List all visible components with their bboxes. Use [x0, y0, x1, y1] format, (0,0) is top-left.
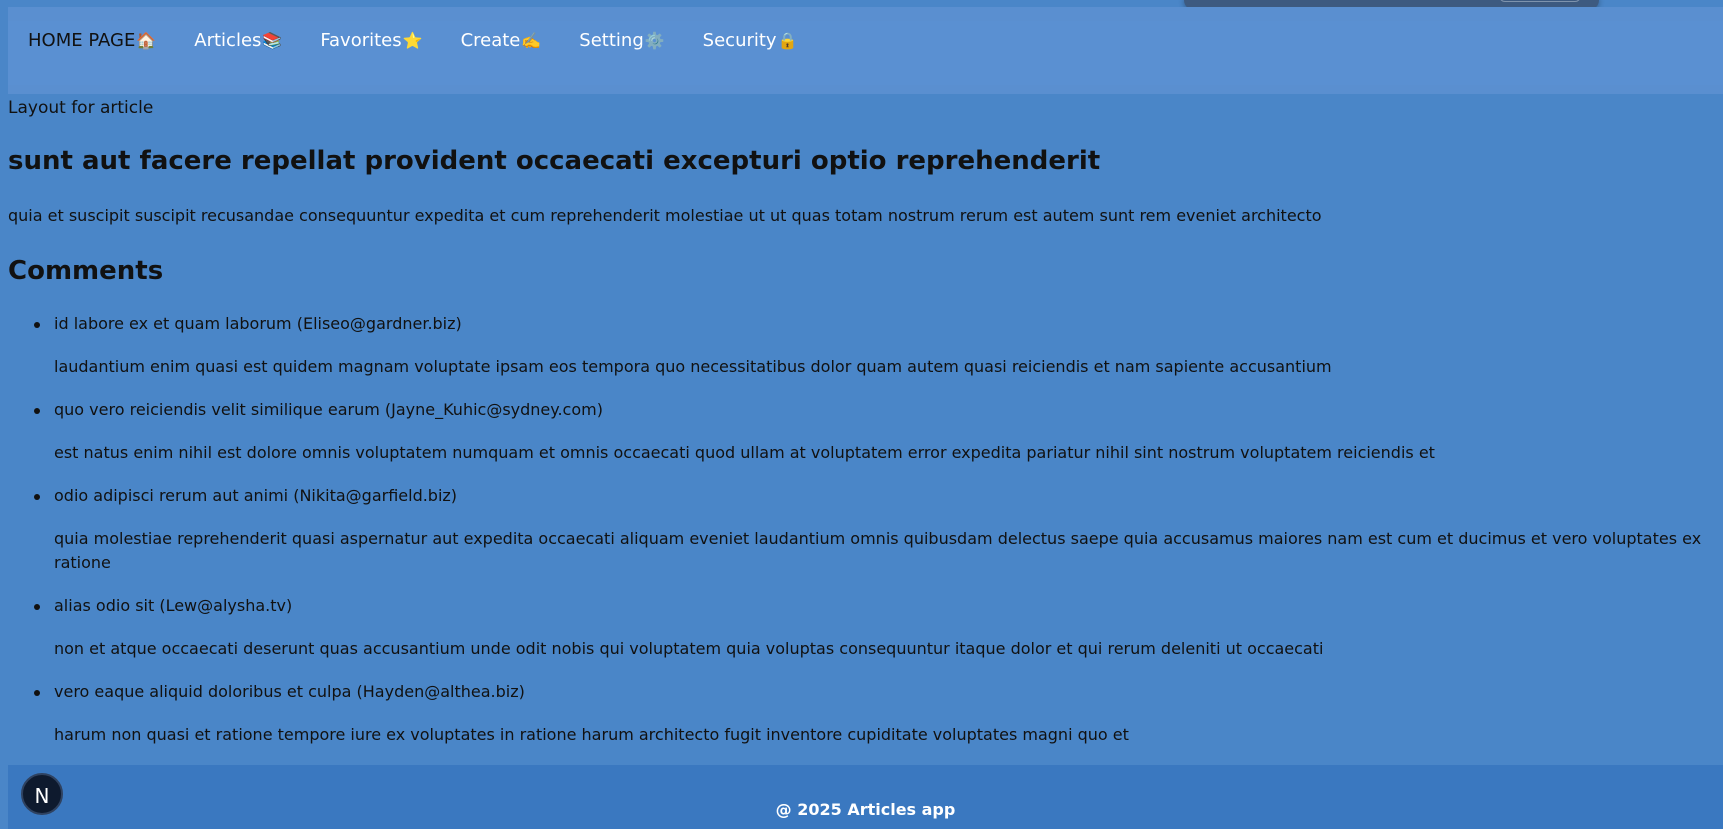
gear-icon: ⚙️ — [644, 31, 665, 50]
comment-header: alias odio sit (Lew@alysha.tv) — [54, 596, 293, 615]
comment-item: id labore ex et quam laborum (Eliseo@gar… — [8, 312, 1723, 379]
comment-header: vero eaque aliquid doloribus et culpa (H… — [54, 682, 525, 701]
comment-body: quia molestiae reprehenderit quasi asper… — [54, 529, 1702, 572]
article-body: quia et suscipit suscipit recusandae con… — [8, 206, 1322, 225]
comment-body: harum non quasi et ratione tempore iure … — [54, 725, 1129, 744]
comment-header: odio adipisci rerum aut animi (Nikita@ga… — [54, 486, 458, 505]
comment-item: alias odio sit (Lew@alysha.tv) non et at… — [8, 594, 1723, 661]
nav-list: HOME PAGE🏠 Articles📚 Favorites⭐ Create✍️… — [28, 30, 836, 51]
nav-item-home[interactable]: HOME PAGE🏠 — [28, 30, 156, 51]
comment-header: quo vero reiciendis velit similique earu… — [54, 400, 603, 419]
nav-item-create[interactable]: Create✍️ — [461, 30, 542, 51]
writing-hand-icon: ✍️ — [521, 31, 542, 50]
comment-header: id labore ex et quam laborum (Eliseo@gar… — [54, 314, 462, 333]
nav-item-favorites[interactable]: Favorites⭐ — [320, 30, 422, 51]
nav-item-label: Setting — [579, 30, 644, 51]
books-icon: 📚 — [262, 31, 283, 50]
comment-body: laudantium enim quasi est quidem magnam … — [54, 357, 1332, 376]
comment-body: non et atque occaecati deserunt quas acc… — [54, 639, 1324, 658]
bullet-icon — [34, 408, 40, 414]
nav-item-label: Favorites — [320, 30, 402, 51]
nav-item-label: Articles — [194, 30, 262, 51]
footer-copyright: @ 2025 Articles app — [775, 800, 956, 819]
footer: @ 2025 Articles app — [8, 765, 1723, 829]
nav-item-security[interactable]: Security🔒 — [703, 30, 798, 51]
nav-item-label: Create — [460, 30, 521, 51]
layout-label: Layout for article — [8, 98, 154, 118]
bullet-icon — [34, 690, 40, 696]
comment-item: quo vero reiciendis velit similique earu… — [8, 398, 1723, 465]
comment-item: vero eaque aliquid doloribus et culpa (H… — [8, 680, 1723, 747]
toolbar-pill[interactable] — [1499, 0, 1581, 2]
lock-icon: 🔒 — [777, 31, 798, 50]
bullet-icon — [34, 604, 40, 610]
nav-item-label: Security — [702, 30, 777, 51]
comment-body: est natus enim nihil est dolore omnis vo… — [54, 443, 1435, 462]
star-icon: ⭐ — [402, 31, 423, 50]
nav-item-setting[interactable]: Setting⚙️ — [579, 30, 664, 51]
comment-item: odio adipisci rerum aut animi (Nikita@ga… — [8, 484, 1723, 575]
article-title: sunt aut facere repellat provident occae… — [8, 146, 1101, 176]
bullet-icon — [34, 322, 40, 328]
nav-item-label: HOME PAGE — [28, 30, 136, 51]
bullet-icon — [34, 494, 40, 500]
nav-item-articles[interactable]: Articles📚 — [194, 30, 282, 51]
comments-heading: Comments — [8, 256, 164, 286]
comments-list: id labore ex et quam laborum (Eliseo@gar… — [8, 312, 1723, 766]
nextjs-dev-badge[interactable]: N — [21, 773, 63, 815]
house-icon: 🏠 — [136, 31, 157, 50]
